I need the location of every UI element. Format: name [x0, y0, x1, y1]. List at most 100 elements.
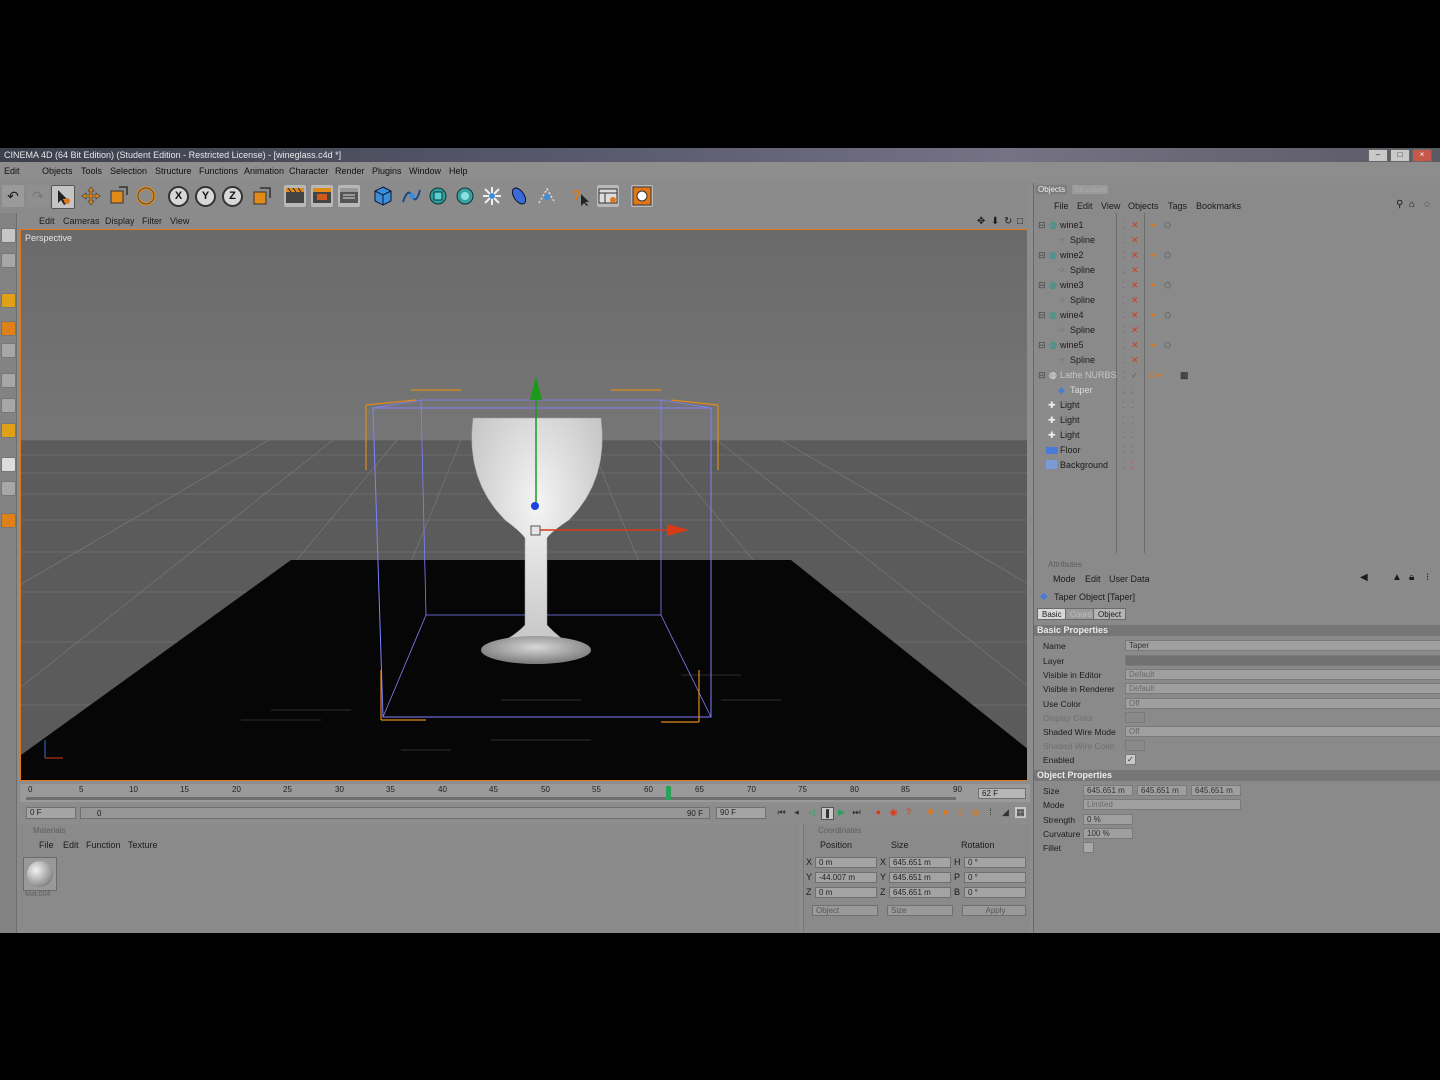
viewport-menu-filter[interactable]: Filter [142, 216, 162, 226]
array-icon[interactable] [454, 185, 476, 207]
position-x-field[interactable]: 0 m [815, 857, 877, 868]
visibility-dots-icon[interactable]: ⁚ [1122, 340, 1125, 351]
model-mode-icon[interactable] [1, 228, 16, 243]
back-arrow-icon[interactable]: ◀ [1360, 572, 1368, 583]
phong-tag-icon[interactable]: ⚭ [1149, 310, 1157, 321]
play-backward-icon[interactable]: ◁ [806, 807, 817, 818]
help-cursor-icon[interactable]: ? [569, 185, 591, 207]
size-x-input[interactable]: 645.651 m [1083, 785, 1133, 796]
visibility-dots-icon[interactable]: ⁚ [1122, 235, 1125, 246]
home-icon[interactable]: ⌂ [1409, 199, 1415, 210]
object-menu-edit[interactable]: Edit [1077, 201, 1093, 211]
object-row-wine1[interactable]: ⊟ ◍ wine1 ⁚ ✕ ⚭ ⛭ [1034, 218, 1440, 233]
pause-icon[interactable]: ❚ [821, 807, 834, 820]
menu-plugins[interactable]: Plugins [372, 166, 402, 176]
enable-toggle-icon[interactable]: ✕ [1131, 295, 1139, 306]
texture-tag-icon[interactable]: ⛭ [1164, 340, 1171, 351]
phong-tag-icon[interactable]: ⚭ [1149, 340, 1157, 351]
visibility-dots-icon[interactable]: ⁚ [1122, 355, 1125, 366]
enable-toggle-icon[interactable]: ✕ [1131, 265, 1139, 276]
texture-tag-icon[interactable]: ⛭ [1164, 220, 1171, 231]
object-row-wine2[interactable]: ⊟ ◍ wine2 ⁚ ✕ ⚭ ⛭ [1034, 248, 1440, 263]
visibility-dots-icon[interactable]: ⁚ [1122, 325, 1125, 336]
enable-toggle-icon[interactable]: ✕ [1131, 310, 1139, 321]
menu-animation[interactable]: Animation [244, 166, 284, 176]
shaded-wire-mode-dropdown[interactable]: Off [1125, 726, 1440, 737]
autokey-icon[interactable]: ◉ [888, 807, 899, 818]
object-row-spline[interactable]: ⁘ Spline ⁚ ✕ [1034, 293, 1440, 308]
scene-environment-icon[interactable] [536, 185, 558, 207]
edges-mode-icon[interactable] [1, 343, 16, 358]
perspective-viewport[interactable]: Perspective [20, 229, 1028, 781]
object-row-taper[interactable]: ◆ Taper ⁚ ⁚ [1034, 383, 1440, 398]
viewport-move-icon[interactable]: ✥ [977, 216, 985, 227]
menu-objects[interactable]: Objects [42, 166, 73, 176]
visibility-dots-icon[interactable]: ⁚ [1122, 385, 1125, 396]
maximize-button[interactable]: □ [1390, 149, 1410, 162]
object-menu-tags[interactable]: Tags [1168, 201, 1187, 211]
use-color-dropdown[interactable]: Off [1125, 698, 1440, 709]
viewport-menu-view[interactable]: View [170, 216, 189, 226]
nurbs-icon[interactable] [427, 185, 449, 207]
go-to-start-icon[interactable]: ⏮ [776, 807, 787, 818]
timeline-settings-icon[interactable]: ◢ [1000, 807, 1011, 818]
key-scale-icon[interactable]: ■ [940, 807, 951, 818]
coordinate-mode-dropdown[interactable]: Object [812, 905, 878, 916]
mode-dropdown[interactable]: Limited [1083, 799, 1241, 810]
viewport-menu-cameras[interactable]: Cameras [63, 216, 100, 226]
material-menu-edit[interactable]: Edit [63, 840, 79, 850]
visibility-dots-icon[interactable]: ⁚ [1122, 295, 1125, 306]
enable-toggle-icon[interactable]: ✕ [1131, 340, 1139, 351]
live-selection-icon[interactable] [51, 185, 75, 209]
texture-mode-icon[interactable] [1, 253, 16, 268]
enabled-checkbox[interactable]: ✓ [1125, 754, 1136, 765]
menu-structure[interactable]: Structure [155, 166, 192, 176]
phong-tag-icon[interactable]: ⚭ [1149, 280, 1157, 291]
key-parameter-icon[interactable]: ◍ [970, 807, 981, 818]
minimize-button[interactable]: – [1368, 149, 1388, 162]
spline-pen-icon[interactable] [400, 185, 422, 207]
visibility-dots-icon[interactable]: ⁚ [1122, 400, 1125, 411]
visibility-dots-icon[interactable]: ⁚ [1122, 220, 1125, 231]
menu-render[interactable]: Render [335, 166, 365, 176]
visibility-dots-icon[interactable]: ⁚ [1122, 445, 1125, 456]
key-position-icon[interactable]: ✥ [925, 807, 936, 818]
checker-texture-tag-icon[interactable]: ▩ [1180, 370, 1189, 381]
scale-icon[interactable] [107, 185, 129, 207]
object-row-spline[interactable]: ⁘ Spline ⁚ ✕ [1034, 323, 1440, 338]
visibility-dots-icon[interactable]: ⁚ [1122, 250, 1125, 261]
visibility-dots-icon[interactable]: ⁚ [1122, 265, 1125, 276]
position-y-field[interactable]: -44.007 m [815, 872, 877, 883]
deformer-icon[interactable] [508, 185, 530, 207]
visible-in-editor-dropdown[interactable]: Default [1125, 669, 1440, 680]
axis-x-lock-button[interactable]: X [168, 186, 189, 207]
attr-menu-user-data[interactable]: User Data [1109, 574, 1150, 584]
play-forward-icon[interactable]: ▶ [836, 807, 847, 818]
object-row-floor[interactable]: Floor ⁚ ⁚ [1034, 443, 1440, 458]
curvature-input[interactable]: 100 % [1083, 828, 1133, 839]
menu-tools[interactable]: Tools [81, 166, 102, 176]
axis-z-handle[interactable] [531, 502, 539, 510]
size-z-input[interactable]: 645.651 m [1191, 785, 1241, 796]
phong-tag-icon[interactable]: ⚭ [1149, 250, 1157, 261]
position-z-field[interactable]: 0 m [815, 887, 877, 898]
layer-field[interactable] [1125, 655, 1440, 666]
size-x-field[interactable]: 645.651 m [889, 857, 951, 868]
tab-structure[interactable]: Structure [1072, 185, 1109, 194]
object-menu-bookmarks[interactable]: Bookmarks [1196, 201, 1241, 211]
redo-icon[interactable]: ↷ [27, 185, 49, 207]
preview-range-slider[interactable]: 0 90 F [80, 807, 710, 819]
enable-toggle-icon[interactable]: ✕ [1131, 355, 1139, 366]
phong-tag-icon[interactable]: ⚭ [1149, 220, 1157, 231]
apply-button[interactable]: Apply [962, 905, 1026, 916]
rotation-b-field[interactable]: 0 ° [964, 887, 1026, 898]
enable-toggle-icon[interactable]: ⁚ [1131, 385, 1134, 396]
previous-key-icon[interactable]: ◂ [791, 807, 802, 818]
enable-toggle-icon[interactable]: ⁚ [1131, 415, 1134, 426]
cube-primitive-icon[interactable] [372, 185, 394, 207]
start-frame-field[interactable]: 0 F [26, 807, 76, 819]
size-mode-dropdown[interactable]: Size [887, 905, 953, 916]
material-swatch[interactable]: Mat.004 [23, 857, 57, 898]
material-menu-file[interactable]: File [39, 840, 54, 850]
collapse-icon[interactable]: ◌ [1424, 199, 1430, 210]
